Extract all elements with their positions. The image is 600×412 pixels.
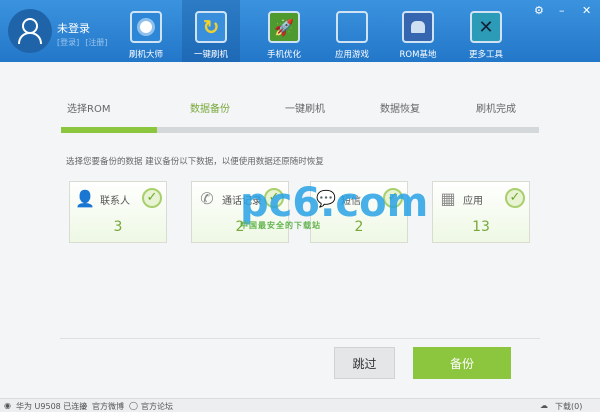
nav-label: 手机优化 bbox=[266, 50, 301, 60]
avatar[interactable] bbox=[8, 9, 52, 53]
nav-one-click-flash[interactable]: ↻ 一键刷机 bbox=[182, 0, 240, 62]
apps-grid-icon bbox=[336, 11, 368, 43]
rocket-icon: 🚀 bbox=[268, 11, 300, 43]
nav-label: 一键刷机 bbox=[193, 50, 228, 60]
nav-label: 应用游戏 bbox=[334, 50, 369, 60]
weibo-icon: ◎ bbox=[80, 401, 87, 410]
close-icon[interactable]: ✕ bbox=[582, 4, 591, 17]
progress-fill bbox=[61, 127, 157, 133]
watermark-logo: pc6.com 中国最安全的下载站 bbox=[240, 180, 429, 230]
login-link[interactable]: [登录] bbox=[57, 38, 79, 47]
forum-link[interactable]: 官方论坛 bbox=[141, 401, 173, 412]
instruction-text: 选择您要备份的数据 建议备份以下数据，以便使用数据还原随时恢复 bbox=[66, 157, 324, 167]
checkmark-icon[interactable]: ✓ bbox=[505, 188, 525, 208]
card-count: 3 bbox=[113, 219, 123, 235]
nav-label: 更多工具 bbox=[468, 50, 503, 60]
nav-more-tools[interactable]: ✕ 更多工具 bbox=[457, 0, 515, 62]
device-icon: ◉ bbox=[4, 401, 11, 410]
step-restore: 数据恢复 bbox=[380, 104, 420, 115]
step-backup: 数据备份 bbox=[190, 104, 230, 115]
checkmark-icon[interactable]: ✓ bbox=[142, 188, 162, 208]
phone-icon: ✆ bbox=[200, 188, 214, 208]
nav-flash-master[interactable]: 刷机大师 bbox=[117, 0, 175, 62]
step-complete: 刷机完成 bbox=[476, 104, 516, 115]
header: 未登录 [登录] [注册] 刷机大师 ↻ 一键刷机 🚀 手机优化 应用游戏 ROM基地… bbox=[0, 0, 600, 62]
divider bbox=[60, 338, 540, 339]
minimize-icon[interactable]: – bbox=[559, 4, 565, 17]
nav-phone-optimize[interactable]: 🚀 手机优化 bbox=[255, 0, 313, 62]
watermark-tagline: 中国最安全的下载站 bbox=[240, 221, 321, 230]
nav-label: 刷机大师 bbox=[128, 50, 163, 60]
nav-rom-base[interactable]: ROM基地 bbox=[389, 0, 447, 62]
skip-button[interactable]: 跳过 bbox=[334, 347, 395, 379]
weibo-link[interactable]: 官方微博 bbox=[92, 401, 124, 412]
status-bar: ◉ 华为 U9508 已连接 ◎ 官方微博 ◯ 官方论坛 ☁ 下载(0) bbox=[0, 398, 600, 412]
settings-icon[interactable]: ⚙ bbox=[534, 4, 544, 17]
tools-icon: ✕ bbox=[470, 11, 502, 43]
android-icon bbox=[402, 11, 434, 43]
person-icon: 👤 bbox=[75, 188, 95, 208]
device-status: 华为 U9508 已连接 bbox=[16, 402, 88, 411]
nav-apps-games[interactable]: 应用游戏 bbox=[323, 0, 381, 62]
card-apps[interactable]: ▦ 应用 ✓ 13 bbox=[432, 181, 530, 243]
forum-icon: ◯ bbox=[129, 401, 138, 410]
progress-bar bbox=[61, 127, 539, 133]
step-select-rom: 选择ROM bbox=[67, 104, 111, 115]
register-link[interactable]: [注册] bbox=[85, 38, 107, 47]
card-count: 13 bbox=[472, 219, 490, 235]
card-label: 联系人 bbox=[100, 196, 130, 207]
step-flash: 一键刷机 bbox=[285, 104, 325, 115]
backup-button[interactable]: 备份 bbox=[413, 347, 511, 379]
apps-icon: ▦ bbox=[440, 188, 456, 208]
refresh-icon: ↻ bbox=[195, 11, 227, 43]
download-link[interactable]: 下载(0) bbox=[555, 401, 582, 412]
user-icon bbox=[18, 18, 42, 45]
user-name: 未登录 bbox=[57, 22, 90, 35]
cloud-icon bbox=[130, 11, 162, 43]
download-icon: ☁ bbox=[540, 401, 548, 410]
nav-label: ROM基地 bbox=[399, 50, 437, 60]
card-label: 应用 bbox=[463, 196, 483, 207]
card-contacts[interactable]: 👤 联系人 ✓ 3 bbox=[69, 181, 167, 243]
